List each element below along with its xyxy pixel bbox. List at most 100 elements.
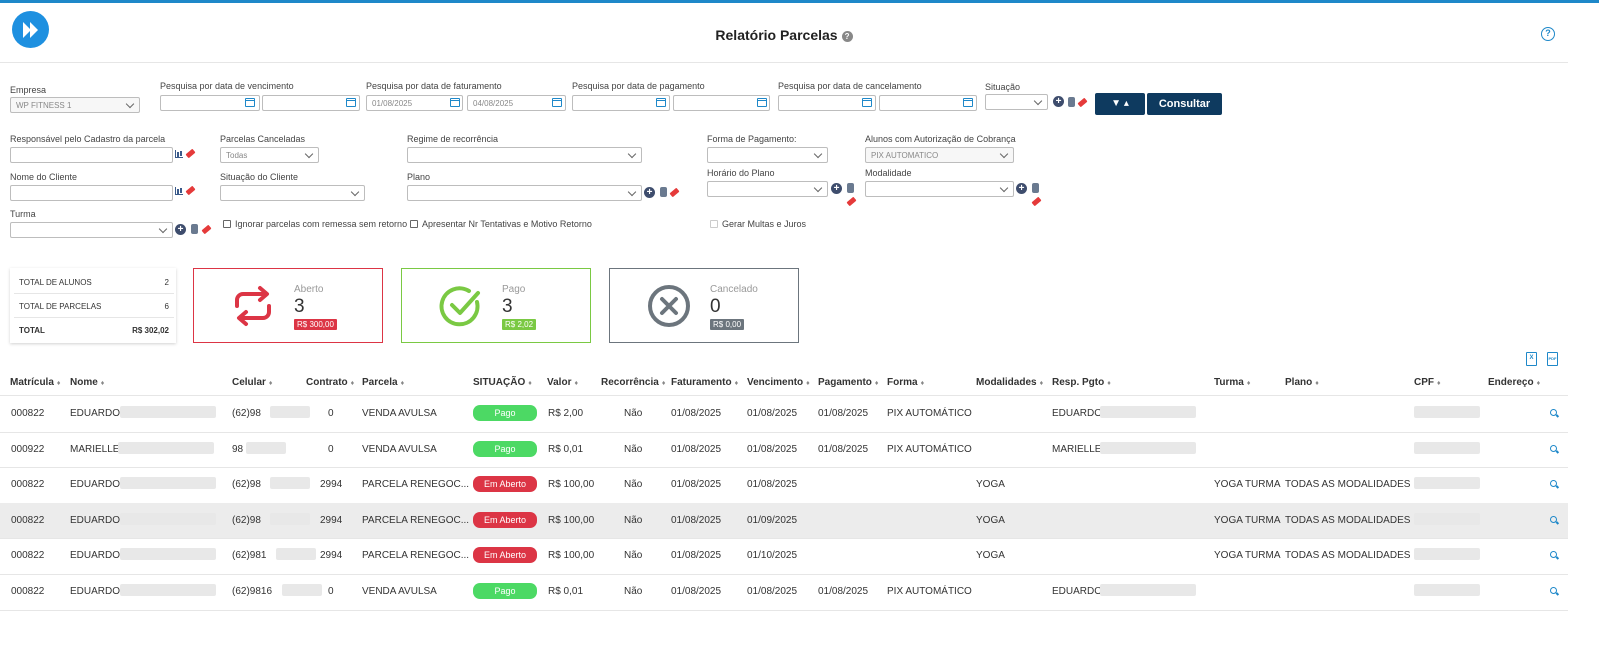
column-header[interactable]: Forma ♦ — [887, 377, 924, 388]
regime-select[interactable] — [407, 147, 642, 163]
title-help-icon[interactable]: ? — [841, 30, 853, 42]
column-header[interactable]: Nome ♦ — [70, 377, 104, 388]
table-row[interactable]: 000822 EDUARDO (62)98 PARCELA RENEGOC... R$ … — [0, 502, 1568, 538]
calendar-icon[interactable] — [245, 98, 255, 107]
column-header[interactable]: Vencimento ♦ — [747, 377, 810, 388]
add-icon[interactable]: + — [831, 183, 842, 194]
table-row[interactable]: 000922 MARIELLE 98 VENDA AVULSA R$ 0,01 Não 01… — [0, 432, 1568, 467]
sort-icon[interactable]: ♦ — [1437, 380, 1441, 387]
sort-icon[interactable]: ♦ — [662, 380, 666, 387]
pdf-export-icon[interactable]: PDF — [1547, 352, 1558, 366]
column-header[interactable]: Matrícula ♦ — [10, 377, 60, 388]
excel-export-icon[interactable]: X — [1526, 352, 1537, 366]
sort-icon[interactable]: ♦ — [401, 380, 405, 387]
trash-icon[interactable] — [191, 224, 198, 234]
sort-icon[interactable]: ♦ — [735, 380, 739, 387]
modalidade-select[interactable] — [865, 181, 1014, 197]
situacao-cliente-select[interactable] — [220, 185, 365, 201]
column-header[interactable]: Parcela ♦ — [362, 377, 404, 388]
sort-icon[interactable]: ♦ — [921, 380, 925, 387]
column-header[interactable]: Faturamento ♦ — [671, 377, 738, 388]
consultar-button[interactable]: Consultar — [1147, 93, 1222, 115]
calendar-icon[interactable] — [963, 98, 973, 107]
table-row[interactable]: 000822 EDUARDO (62)981 PARCELA RENEGOC... R$… — [0, 538, 1568, 573]
eraser-icon[interactable] — [185, 185, 196, 196]
table-row[interactable]: 000822 EDUARDO (62)9816 VENDA AVULSA R$ 0,01… — [0, 574, 1568, 609]
column-header[interactable]: Endereço ♦ — [1488, 377, 1540, 388]
eraser-icon[interactable] — [669, 187, 680, 198]
calendar-icon[interactable] — [450, 98, 460, 107]
eraser-icon[interactable] — [1031, 196, 1042, 207]
sort-icon[interactable]: ♦ — [101, 380, 105, 387]
column-header[interactable]: Turma ♦ — [1214, 377, 1250, 388]
sort-icon[interactable]: ♦ — [57, 380, 61, 387]
sort-icon[interactable]: ♦ — [1107, 380, 1111, 387]
sort-icon[interactable]: ♦ — [806, 380, 810, 387]
calendar-icon[interactable] — [552, 98, 562, 107]
question-circle-icon[interactable]: ? — [1541, 27, 1555, 41]
column-header[interactable]: Recorrência ♦ — [601, 377, 665, 388]
eraser-icon[interactable] — [185, 148, 196, 159]
eraser-icon[interactable] — [201, 224, 212, 235]
sort-icon[interactable]: ♦ — [351, 380, 355, 387]
calendar-icon[interactable] — [757, 98, 767, 107]
filter-toggle-button[interactable]: ▼ ▴ — [1095, 93, 1145, 115]
autorizacao-select[interactable]: PIX AUTOMATICO — [865, 147, 1014, 163]
column-header[interactable]: Modalidades ♦ — [976, 377, 1043, 388]
sort-icon[interactable]: ♦ — [1040, 380, 1044, 387]
table-row[interactable]: 000822 EDUARDO (62)98 PARCELA RENEGOC... R$ … — [0, 467, 1568, 502]
plano-select[interactable] — [407, 185, 642, 201]
trash-icon[interactable] — [1068, 97, 1075, 107]
add-icon[interactable]: + — [644, 187, 655, 198]
situacao-select[interactable] — [985, 94, 1048, 110]
eraser-icon[interactable] — [846, 196, 857, 207]
sort-icon[interactable]: ♦ — [528, 380, 532, 387]
empresa-select[interactable]: WP FITNESS 1 — [10, 97, 140, 113]
horario-select[interactable] — [707, 181, 828, 197]
pagamento-to-input[interactable] — [673, 95, 770, 111]
ignorar-checkbox[interactable] — [223, 220, 231, 228]
sort-icon[interactable]: ♦ — [1315, 380, 1319, 387]
sort-icon[interactable]: ♦ — [1247, 380, 1251, 387]
trash-icon[interactable] — [1032, 183, 1039, 193]
search-icon[interactable] — [1550, 515, 1557, 523]
column-header[interactable]: Contrato ♦ — [306, 377, 354, 388]
trash-icon[interactable] — [660, 187, 667, 197]
card-pago[interactable]: Pago 3 R$ 2,02 — [401, 268, 591, 343]
multas-checkbox[interactable] — [710, 220, 718, 228]
column-header[interactable]: Pagamento ♦ — [818, 377, 878, 388]
add-icon[interactable]: + — [175, 224, 186, 235]
add-icon[interactable]: + — [1053, 96, 1064, 107]
column-header[interactable]: SITUAÇÃO ♦ — [473, 377, 532, 388]
column-header[interactable]: Valor ♦ — [547, 377, 578, 388]
chart-icon[interactable] — [175, 187, 183, 195]
faturamento-from-input[interactable]: 01/08/2025 — [366, 95, 463, 111]
table-row[interactable]: 000822 EDUARDO (62)98 VENDA AVULSA R$ 2,00 Nã… — [0, 396, 1568, 431]
column-header[interactable]: Celular ♦ — [232, 377, 272, 388]
sort-icon[interactable]: ♦ — [1537, 380, 1541, 387]
sort-icon[interactable]: ♦ — [269, 380, 273, 387]
nome-cliente-input[interactable] — [10, 185, 173, 201]
search-icon[interactable] — [1550, 444, 1557, 452]
canceladas-select[interactable]: Todas — [220, 147, 319, 163]
calendar-icon[interactable] — [656, 98, 666, 107]
sort-icon[interactable]: ♦ — [875, 380, 879, 387]
forma-select[interactable] — [707, 147, 828, 163]
tentativas-checkbox[interactable] — [410, 220, 418, 228]
card-cancelado[interactable]: Cancelado 0 R$ 0,00 — [609, 268, 799, 343]
calendar-icon[interactable] — [862, 98, 872, 107]
search-icon[interactable] — [1550, 480, 1557, 488]
column-header[interactable]: Plano ♦ — [1285, 377, 1319, 388]
column-header[interactable]: CPF ♦ — [1414, 377, 1441, 388]
chart-icon[interactable] — [175, 150, 183, 158]
turma-select[interactable] — [10, 222, 173, 238]
search-icon[interactable] — [1550, 587, 1557, 594]
add-icon[interactable]: + — [1016, 183, 1027, 194]
responsavel-input[interactable] — [10, 147, 173, 163]
column-header[interactable]: Resp. Pgto ♦ — [1052, 377, 1111, 388]
search-icon[interactable] — [1550, 551, 1557, 559]
card-aberto[interactable]: Aberto 3 R$ 300,00 — [193, 268, 383, 343]
sort-icon[interactable]: ♦ — [574, 380, 578, 387]
eraser-icon[interactable] — [1077, 97, 1088, 108]
search-icon[interactable] — [1550, 409, 1557, 416]
